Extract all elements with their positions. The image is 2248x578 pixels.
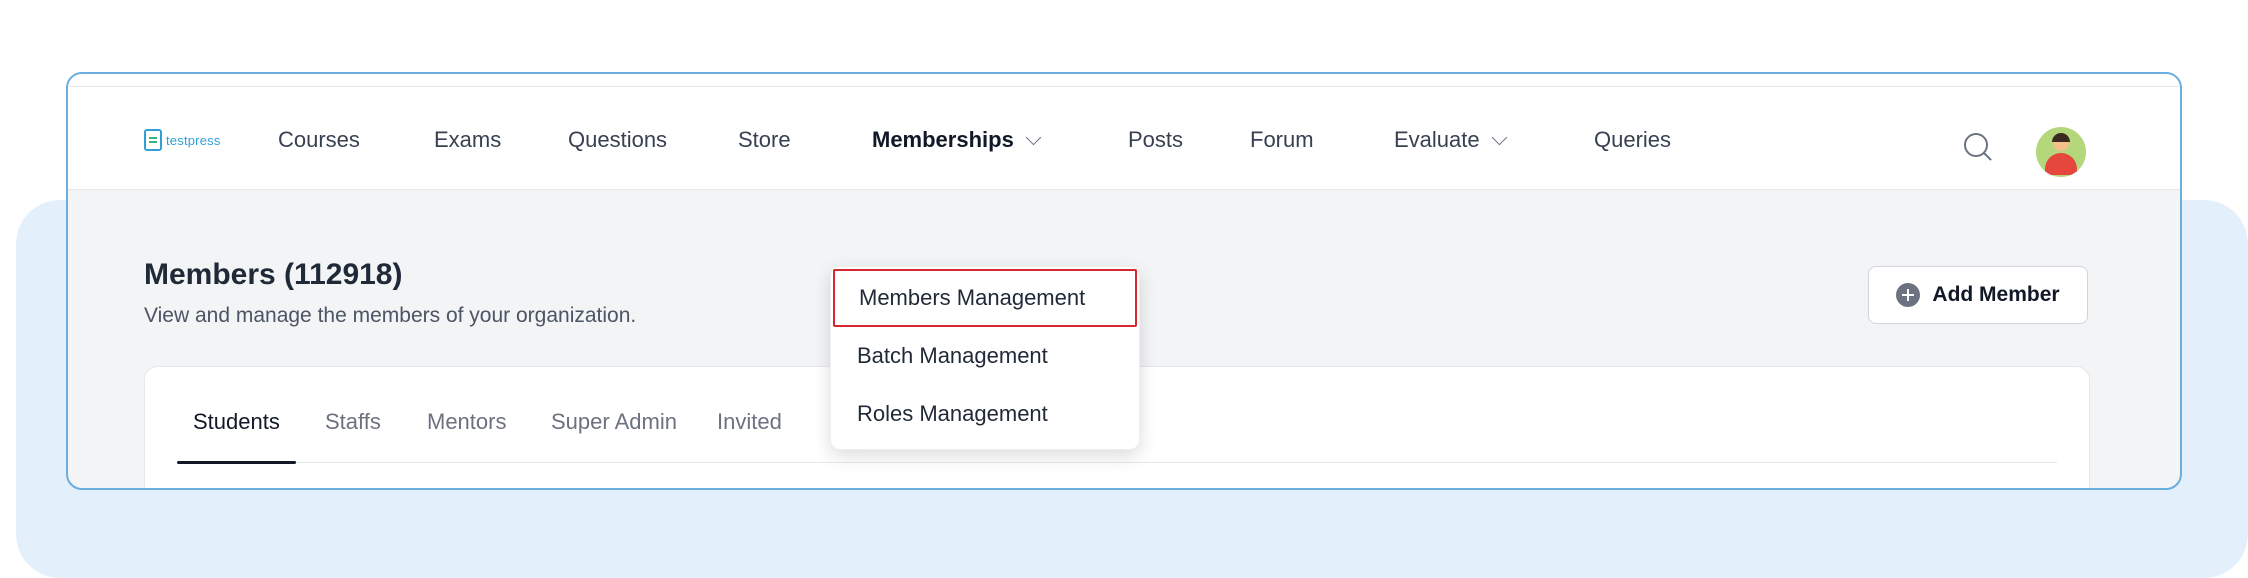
nav-queries[interactable]: Queries [1594, 125, 1671, 155]
page-subtitle: View and manage the members of your orga… [144, 304, 637, 327]
search-icon[interactable] [1964, 133, 1992, 161]
plus-circle-icon [1896, 283, 1921, 307]
nav-label: Posts [1128, 127, 1184, 152]
nav-label: Queries [1594, 127, 1672, 152]
menu-item-batch-management[interactable]: Batch Management [833, 327, 1137, 385]
nav-questions[interactable]: Questions [568, 125, 667, 155]
user-avatar[interactable] [2036, 127, 2086, 177]
nav-label: Courses [278, 127, 360, 152]
nav-label: Exams [434, 127, 502, 152]
tab-invited[interactable]: Invited [717, 409, 782, 463]
page-title: Members (112918) [144, 258, 403, 291]
chevron-down-icon [1025, 129, 1042, 145]
nav-label: Memberships [872, 127, 1014, 152]
avatar-body [2045, 153, 2077, 175]
add-member-button[interactable]: Add Member [1868, 266, 2088, 324]
nav-store[interactable]: Store [738, 125, 791, 155]
memberships-dropdown: Members Management Batch Management Role… [830, 266, 1140, 450]
nav-memberships[interactable]: Memberships [872, 125, 1042, 155]
tab-staffs[interactable]: Staffs [325, 409, 381, 463]
tab-mentors[interactable]: Mentors [427, 409, 506, 463]
nav-label: Questions [568, 127, 668, 152]
logo-icon [144, 129, 162, 151]
tab-super-admin[interactable]: Super Admin [551, 409, 677, 463]
avatar-hair [2052, 133, 2070, 142]
logo-text: testpress [166, 132, 221, 148]
nav-label: Store [738, 127, 791, 152]
menu-item-members-management[interactable]: Members Management [833, 269, 1137, 327]
app-window: testpress Courses Exams Questions Store … [66, 72, 2182, 490]
nav-label: Evaluate [1394, 127, 1480, 152]
tab-students[interactable]: Students [177, 409, 296, 464]
chevron-down-icon [1491, 129, 1507, 145]
nav-exams[interactable]: Exams [434, 125, 501, 155]
nav-forum[interactable]: Forum [1250, 125, 1314, 155]
add-member-label: Add Member [1932, 283, 2060, 306]
nav-evaluate[interactable]: Evaluate [1394, 125, 1507, 155]
logo[interactable]: testpress [144, 129, 221, 151]
top-navbar: testpress Courses Exams Questions Store … [68, 86, 2180, 190]
nav-courses[interactable]: Courses [278, 125, 360, 155]
nav-label: Forum [1250, 127, 1314, 152]
nav-posts[interactable]: Posts [1128, 125, 1183, 155]
menu-item-roles-management[interactable]: Roles Management [833, 385, 1137, 443]
